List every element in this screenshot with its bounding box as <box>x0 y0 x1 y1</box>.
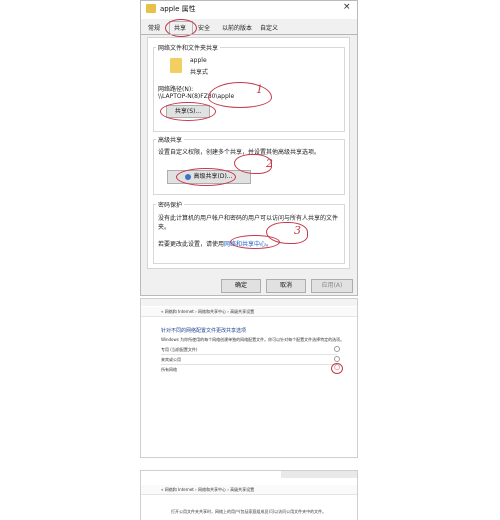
annotation-arc-3 <box>266 222 308 244</box>
sharing-panel: 网络文件和文件夹共享 apple 共享式 网络路径(N): \\LAPTOP-N… <box>147 37 350 269</box>
apply-button[interactable]: 应用(A) <box>311 279 353 293</box>
page-heading: 针对不同的网络配置文件更改共享选项 <box>161 328 247 334</box>
profile-guest-public[interactable]: 来宾或公用 <box>161 357 181 363</box>
advanced-sharing-settings-window-expanded: « 网络和 Internet › 网络和共享中心 › 高级共享设置 打开公用文件… <box>140 470 358 520</box>
breadcrumb[interactable]: « 网络和 Internet › 网络和共享中心 › 高级共享设置 <box>161 309 254 315</box>
ok-button[interactable]: 确定 <box>221 279 261 293</box>
tab-security[interactable]: 安全 <box>198 23 210 32</box>
tab-bar: 常规 共享 安全 以前的版本 自定义 <box>141 19 357 37</box>
close-icon[interactable]: × <box>343 2 351 12</box>
title-bar: apple 属性 × <box>141 1 357 19</box>
advanced-sharing-settings-window: « 网络和 Internet › 网络和共享中心 › 高级共享设置 针对不同的网… <box>140 298 358 458</box>
chevron-down-icon[interactable] <box>334 346 340 352</box>
page-description: Windows 为你所使用的每个网络创建单独的网络配置文件。你可以针对每个配置文… <box>161 337 345 342</box>
cancel-button[interactable]: 取消 <box>266 279 306 293</box>
password-description-line2: 夹。 <box>158 224 171 231</box>
folder-status: 共享式 <box>190 69 209 76</box>
password-group-title: 密码保护 <box>156 200 185 209</box>
profile-private[interactable]: 专用 (当前配置文件) <box>161 347 197 353</box>
breadcrumb[interactable]: « 网络和 Internet › 网络和共享中心 › 高级共享设置 <box>161 487 254 493</box>
tab-previous-versions[interactable]: 以前的版本 <box>222 23 252 32</box>
properties-dialog: apple 属性 × 常规 共享 安全 以前的版本 自定义 网络文件和文件夹共享… <box>140 0 358 296</box>
dialog-title: apple 属性 <box>160 5 196 13</box>
window-buttons-bar <box>281 471 357 478</box>
folder-icon <box>146 4 156 13</box>
advanced-description: 设置自定义权限，创建多个共享，并设置其他高级共享选项。 <box>158 149 321 156</box>
divider <box>161 354 337 355</box>
password-description-line1: 没有此计算机的用户帐户和密码的用户可以访问与所有人共享的文件 <box>158 215 339 222</box>
annotation-circle-advanced <box>176 168 236 186</box>
folder-name: apple <box>190 57 207 64</box>
folder-icon <box>170 58 182 73</box>
annotation-mark: ○ <box>334 363 341 371</box>
annotation-number-2: 2 <box>266 157 273 170</box>
tab-divider <box>141 34 357 35</box>
annotation-circle-share <box>160 102 216 121</box>
profile-all-networks[interactable]: 所有网络 <box>161 367 177 373</box>
network-path-label: 网络路径(N): <box>158 86 194 93</box>
tab-general[interactable]: 常规 <box>148 23 160 32</box>
annotation-number-3: 3 <box>294 224 301 237</box>
advanced-group-title: 高级共享 <box>156 135 185 144</box>
annotation-number-1: 1 <box>256 83 263 96</box>
network-group-title: 网络文件和文件夹共享 <box>156 43 221 52</box>
chevron-down-icon[interactable] <box>334 356 340 362</box>
tab-customize[interactable]: 自定义 <box>260 23 278 32</box>
window-title-bar <box>141 299 357 306</box>
divider <box>161 364 337 365</box>
public-folder-description: 打开公用文件夹共享时，网络上的用户(包括家庭组成员)可以访问公用文件夹中的文件。 <box>171 509 327 514</box>
password-change-prefix: 若要更改此设置，请使用 <box>158 241 225 248</box>
